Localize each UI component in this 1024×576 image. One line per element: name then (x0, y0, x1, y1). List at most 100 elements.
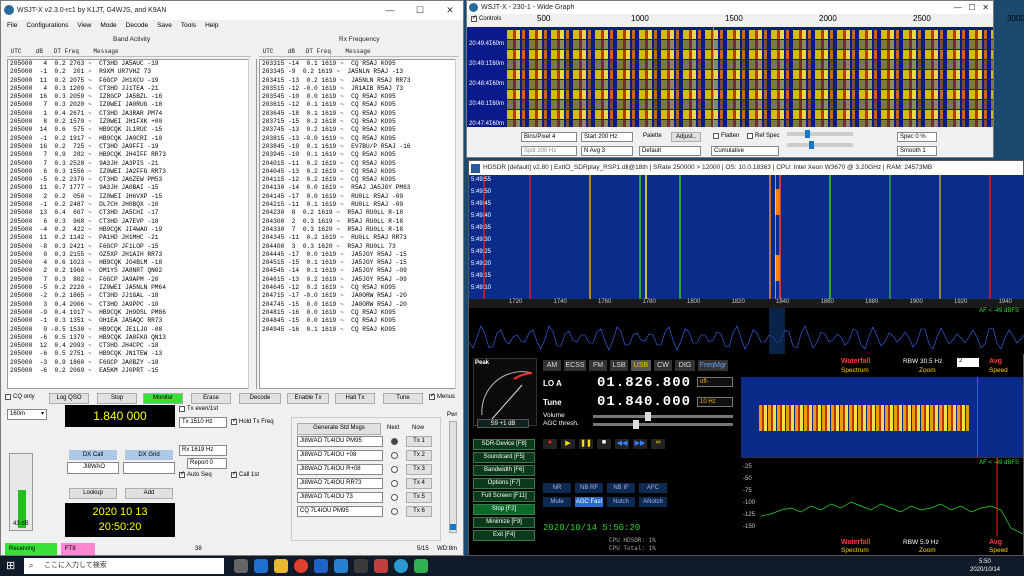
app-icon-1[interactable] (354, 559, 368, 573)
controls-checkbox[interactable]: Controls (471, 14, 501, 22)
tx-freq-spinbox[interactable]: Tx 1510 Hz (179, 417, 227, 428)
tx-message-input[interactable]: JI8WAO 7L4IOU R+08 (297, 464, 383, 475)
wide-graph-waterfall[interactable]: 20:49:45 160m 20:49:15 160m 20:48:45 160m 20:4… (467, 27, 993, 127)
dsp-button[interactable]: AFC (639, 483, 667, 493)
tune-frequency[interactable]: 01.840.000 (597, 394, 691, 410)
halt-tx-button[interactable]: Halt Tx (335, 393, 375, 404)
mode-button[interactable]: USB (631, 360, 651, 371)
cq-only-checkbox[interactable]: CQ only (5, 394, 35, 400)
lo-step-select[interactable]: off- (697, 377, 733, 387)
sdr-side-button[interactable]: Soundcard [F5] (473, 452, 535, 463)
call-1st-checkbox[interactable]: Call 1st (231, 470, 259, 478)
menu-view[interactable]: View (77, 20, 91, 31)
outlook-icon[interactable] (314, 559, 328, 573)
rx-freq-spinbox[interactable]: Rx 1619 Hz (179, 445, 227, 456)
sdr-side-button[interactable]: Minimize [F9] (473, 517, 535, 528)
dsp-button[interactable]: NB IF (607, 483, 635, 493)
lookup-button[interactable]: Lookup (69, 488, 117, 499)
tx-message-input[interactable]: JI8WAO 7L4IOU RR73 (297, 478, 383, 489)
generate-std-msgs-button[interactable]: Generate Std Msgs (297, 423, 381, 435)
slider-handle[interactable] (809, 141, 814, 149)
chrome-icon[interactable] (294, 559, 308, 573)
sdr-side-button[interactable]: Options [F7] (473, 478, 535, 489)
menus-checkbox[interactable]: Menus (429, 392, 455, 400)
next-radio[interactable] (391, 494, 398, 501)
sdr-side-button[interactable]: Exit [F4] (473, 530, 535, 541)
tx-message-input[interactable]: CQ 7L4IOU PM95 (297, 506, 383, 517)
report-spinbox[interactable]: Report 0 (187, 458, 227, 469)
adjust-button[interactable]: Adjust.. (671, 132, 701, 142)
rf-spectrum[interactable] (468, 308, 1024, 354)
rbw-bottom[interactable]: RBW 5.9 Hz (903, 539, 939, 546)
next-radio[interactable] (391, 508, 398, 515)
hold-tx-freq-checkbox[interactable]: Hold Tx Freq (231, 417, 274, 425)
tx-button[interactable]: Tx 6 (406, 506, 432, 517)
dsp-button[interactable]: ANotch (639, 497, 667, 507)
minimize-icon[interactable]: — (379, 1, 401, 19)
dsp-button[interactable]: NB RF (575, 483, 603, 493)
tx-even-checkbox[interactable]: Tx even/1st (179, 406, 218, 412)
spectrum-mode-select[interactable]: Cumulative (711, 146, 779, 156)
taskbar-clock[interactable]: 5:50 2020/10/14 (960, 558, 1010, 574)
add-button[interactable]: Add (125, 488, 173, 499)
dx-call-input[interactable]: JI8WAO (67, 462, 119, 474)
close-icon[interactable]: ✕ (439, 1, 461, 19)
rf-waterfall[interactable]: 5:49:55 5:49:50 5:49:45 5:49:40 5:49:35 5:49:… (469, 175, 1024, 299)
dsp-button[interactable]: Mute (543, 497, 571, 507)
record-icon[interactable]: ● (543, 439, 557, 449)
band-select[interactable]: 160m ▾ (7, 409, 47, 420)
next-radio[interactable] (391, 438, 398, 445)
flatten-checkbox[interactable]: Flatten (713, 133, 739, 139)
edge-icon[interactable] (254, 559, 268, 573)
gain-slider-2[interactable] (787, 141, 853, 149)
sdr-side-button[interactable]: Bandwidth [F6] (473, 465, 535, 476)
rx-frequency-list[interactable]: 203315 -14 0.1 1619 ~ CQ R5AJ KO95 203345… (259, 59, 463, 389)
band-activity-scrollbar[interactable] (248, 59, 256, 389)
mail-icon[interactable] (334, 559, 348, 573)
log-qso-button[interactable]: Log QSO (49, 393, 89, 404)
mode-button[interactable]: LSB (610, 360, 628, 371)
mode-button[interactable]: CW (654, 360, 672, 371)
slider-handle[interactable] (645, 412, 651, 421)
erase-button[interactable]: Erase (191, 393, 231, 404)
enable-tx-button[interactable]: Enable Tx (287, 393, 329, 404)
mode-button[interactable]: FM (589, 360, 607, 371)
ref-spec-checkbox[interactable]: Ref Spec (747, 133, 780, 139)
pause-icon[interactable]: ❚❚ (579, 439, 593, 449)
stop-button[interactable]: Stop (97, 393, 137, 404)
task-view-icon[interactable] (234, 559, 248, 573)
sdr-side-button[interactable]: Stop [F2] (473, 504, 535, 515)
split-spinbox[interactable]: Split 200 Hz (521, 146, 577, 156)
hdsdr-taskbar-icon[interactable] (414, 559, 428, 573)
forward-icon[interactable]: ▶▶ (633, 439, 647, 449)
agc-slider[interactable] (593, 420, 733, 429)
monitor-button[interactable]: Monitor (143, 393, 183, 404)
app-icon-2[interactable] (374, 559, 388, 573)
maximize-icon[interactable]: ☐ (409, 1, 431, 19)
af-spectrum[interactable]: -25 -50 -75 -100 -125 -150 AF < -49 dBFS (741, 457, 1023, 537)
decode-button[interactable]: Decode (239, 393, 281, 404)
mode-button[interactable]: ECSS (564, 360, 586, 371)
stop-icon[interactable]: ■ (597, 439, 611, 449)
play-icon[interactable]: ▶ (561, 439, 575, 449)
bins-per-pixel-spinbox[interactable]: Bins/Pixel 4 (521, 132, 577, 142)
menu-configurations[interactable]: Configurations (26, 20, 68, 31)
dsp-button[interactable]: AGC Fast (575, 497, 603, 507)
menu-decode[interactable]: Decode (126, 20, 148, 31)
mode-button[interactable]: AM (543, 360, 561, 371)
next-radio[interactable] (391, 466, 398, 473)
rx-frequency-scrollbar[interactable] (455, 59, 463, 389)
wsjtx-taskbar-icon[interactable] (394, 559, 408, 573)
tx-button[interactable]: Tx 4 (406, 478, 432, 489)
menu-tools[interactable]: Tools (181, 20, 196, 31)
tx-button[interactable]: Tx 2 (406, 450, 432, 461)
tx-button[interactable]: Tx 5 (406, 492, 432, 503)
rewind-icon[interactable]: ◀◀ (615, 439, 629, 449)
tx-button[interactable]: Tx 1 (406, 436, 432, 447)
next-radio[interactable] (391, 480, 398, 487)
tune-step-select[interactable]: 10 Hz (697, 397, 733, 407)
tx-message-input[interactable]: JI8WAO 7L4IOU +08 (297, 450, 383, 461)
rbw-top[interactable]: RBW 30.5 Hz (903, 358, 942, 365)
peak-select[interactable]: 2 (957, 358, 979, 367)
power-slider[interactable] (449, 421, 457, 533)
